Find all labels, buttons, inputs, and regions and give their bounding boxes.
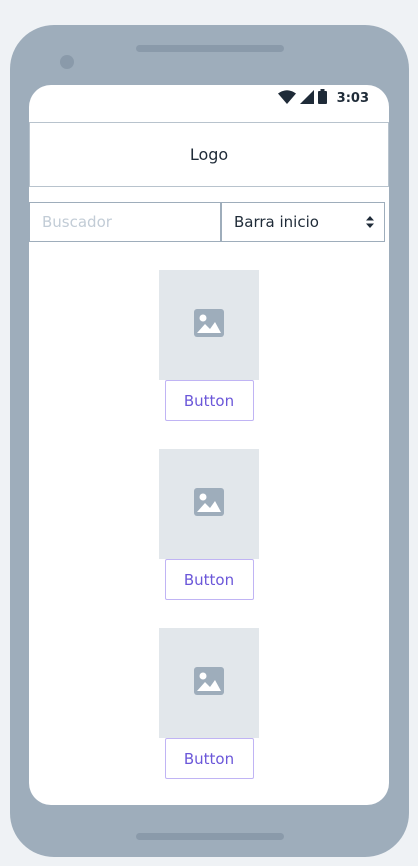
image-placeholder — [159, 628, 259, 738]
header-logo-text: Logo — [189, 145, 229, 164]
nav-select[interactable]: Barra inicio — [221, 202, 385, 242]
nav-select-value: Barra inicio — [234, 213, 319, 231]
cell-signal-icon — [299, 89, 314, 108]
card-1: Button — [159, 270, 259, 421]
search-input[interactable] — [29, 202, 221, 242]
status-time: 3:03 — [336, 90, 369, 106]
screen: 3:03 Logo Barra inicio Button — [29, 85, 389, 805]
card-button-1[interactable]: Button — [164, 380, 254, 421]
image-placeholder-icon — [194, 488, 224, 520]
image-placeholder-icon — [194, 667, 224, 699]
image-placeholder — [159, 449, 259, 559]
battery-icon — [317, 88, 327, 108]
image-placeholder-icon — [194, 309, 224, 341]
card-button-2[interactable]: Button — [164, 559, 254, 600]
device-frame: 3:03 Logo Barra inicio Button — [10, 25, 409, 857]
home-bar — [136, 833, 284, 840]
card-2: Button — [159, 449, 259, 600]
status-bar: 3:03 — [29, 85, 389, 122]
select-arrows-icon — [366, 213, 374, 232]
speaker-grille — [136, 45, 284, 52]
card-3: Button — [159, 628, 259, 779]
app-header: Logo — [29, 122, 389, 187]
image-placeholder — [159, 270, 259, 380]
card-button-3[interactable]: Button — [164, 738, 254, 779]
wifi-icon — [277, 89, 296, 108]
status-icons: 3:03 — [277, 88, 369, 108]
front-camera — [60, 55, 74, 69]
